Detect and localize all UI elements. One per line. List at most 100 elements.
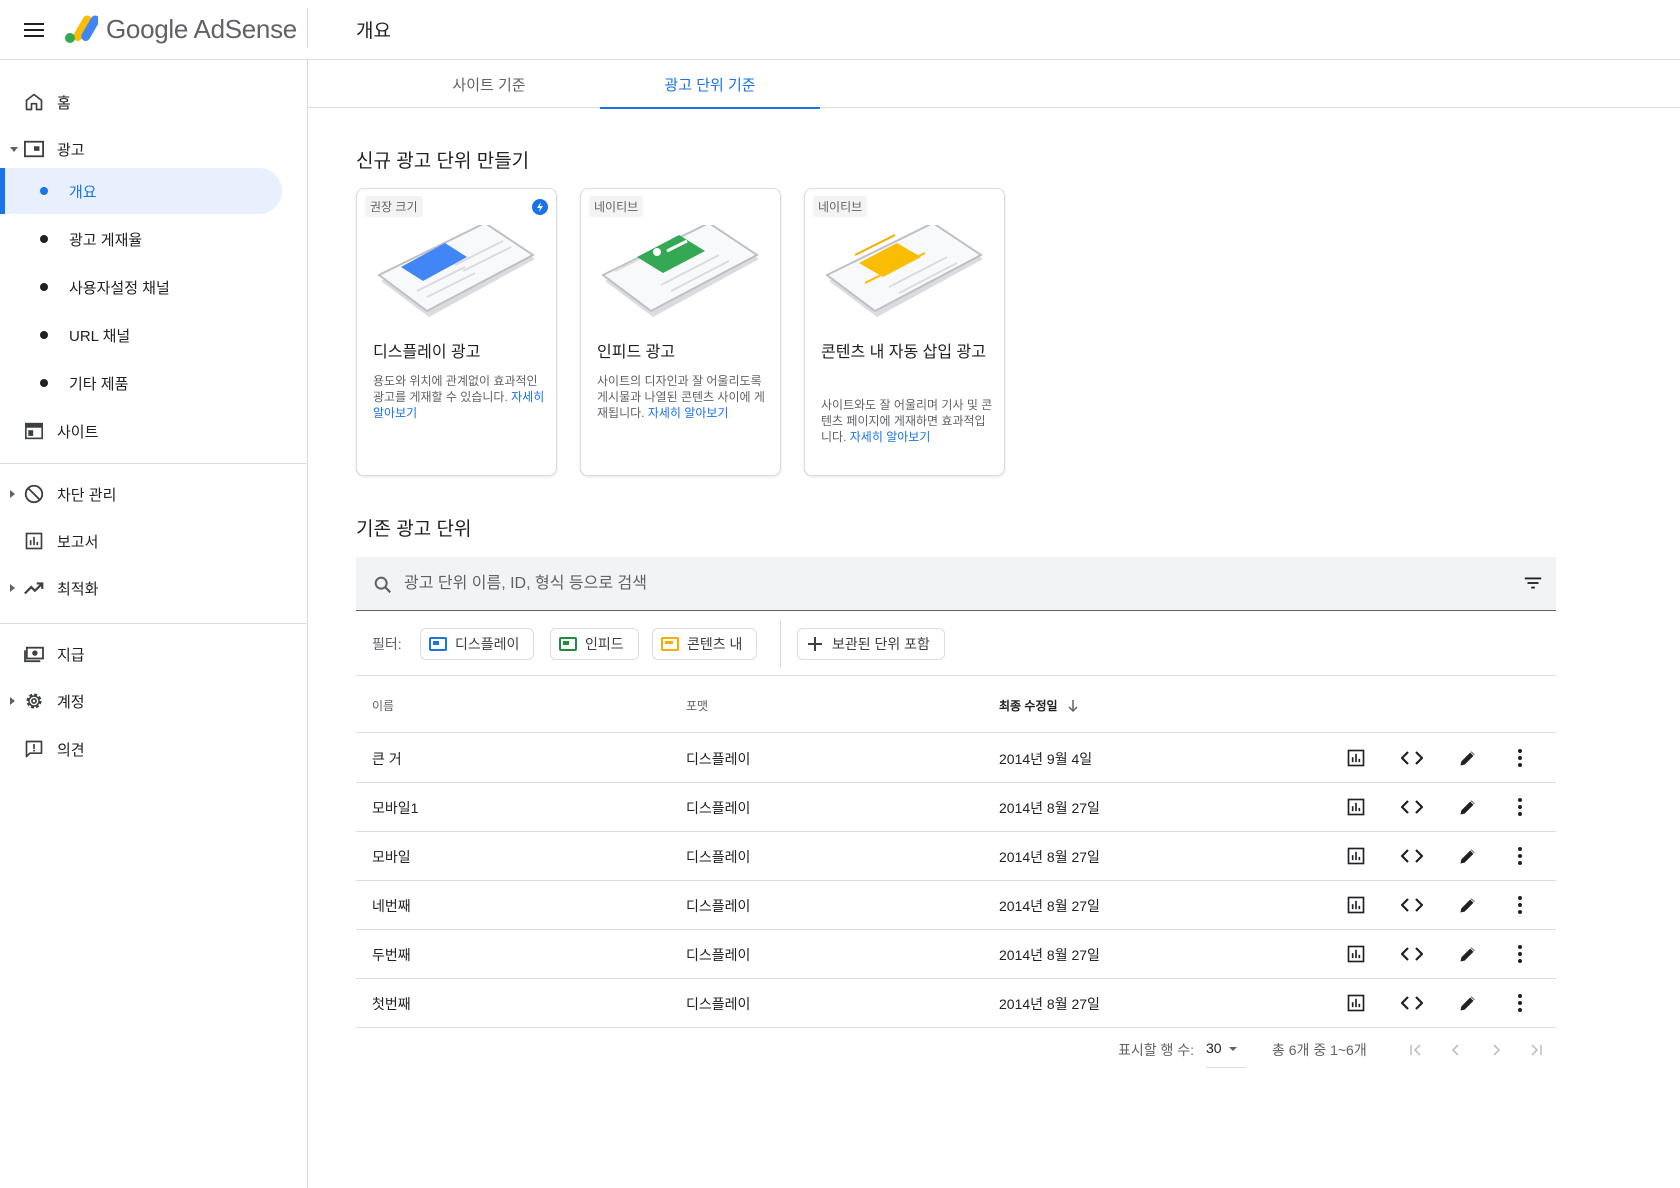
rows-per-page-label: 표시할 행 수: [1118,1042,1195,1058]
in-article-format-icon [661,637,679,651]
ad-unit-name[interactable]: 큰 거 [372,749,402,769]
sidebar-item-reports[interactable]: 보고서 [0,518,300,564]
next-page-icon[interactable] [1484,1038,1508,1062]
report-icon[interactable] [1344,795,1368,819]
report-icon[interactable] [1344,942,1368,966]
sidebar-item-other-products[interactable]: 기타 제품 [0,360,282,406]
report-icon[interactable] [1344,991,1368,1015]
sidebar-item-home[interactable]: 홈 [0,79,300,125]
table-row[interactable]: 큰 거 디스플레이 2014년 9월 4일 [356,734,1556,783]
more-vert-icon[interactable] [1508,746,1532,770]
sidebar-item-ads[interactable]: 광고 [0,126,300,172]
filter-list-icon[interactable] [1522,572,1544,594]
learn-more-link[interactable]: 자세히 알아보기 [850,430,931,444]
ad-unit-format: 디스플레이 [686,800,751,816]
tab-by-ad-unit[interactable]: 광고 단위 기준 [600,60,820,109]
table-row[interactable]: 첫번째 디스플레이 2014년 8월 27일 [356,979,1556,1028]
sidebar-item-blocking[interactable]: 차단 관리 [0,471,300,517]
report-icon[interactable] [1344,844,1368,868]
card-infeed-ads[interactable]: 네이티브 인피드 광고 사이트의 디자인과 잘 어울리도록 게시물과 나열된 콘… [580,188,781,476]
column-format-header[interactable]: 포맷 [686,697,708,714]
ad-unit-modified: 2014년 8월 27일 [999,947,1100,963]
sidebar-item-label: 홈 [57,94,71,112]
ads-icon [22,137,46,161]
code-icon[interactable] [1400,746,1424,770]
edit-icon[interactable] [1456,893,1480,917]
edit-icon[interactable] [1456,991,1480,1015]
table-row[interactable]: 두번째 디스플레이 2014년 8월 27일 [356,930,1556,979]
learn-more-link[interactable]: 자세히 알아보기 [648,406,729,420]
last-page-icon[interactable] [1524,1038,1548,1062]
column-modified-header[interactable]: 최종 수정일 [999,697,1080,714]
sidebar-item-feedback[interactable]: 의견 [0,726,300,772]
chip-label: 보관된 단위 포함 [832,636,930,652]
table-row[interactable]: 네번째 디스플레이 2014년 8월 27일 [356,881,1556,930]
column-name-header[interactable]: 이름 [372,697,394,714]
caret-right-icon [10,490,15,498]
edit-icon[interactable] [1456,746,1480,770]
code-icon[interactable] [1400,991,1424,1015]
rows-per-page-select[interactable]: 30 [1206,1040,1246,1068]
sidebar-item-sites[interactable]: 사이트 [0,408,300,454]
filter-label: 필터: [372,636,402,652]
caret-right-icon [10,697,15,705]
sidebar-item-label: 기타 제품 [69,375,129,393]
filter-chip-display[interactable]: 디스플레이 [420,628,535,660]
sidebar-item-label: 사용자설정 채널 [69,279,170,297]
header-label: 최종 수정일 [999,699,1058,713]
more-vert-icon[interactable] [1508,844,1532,868]
sidebar-item-custom-channels[interactable]: 사용자설정 채널 [0,264,282,310]
payments-icon [22,642,46,666]
code-icon[interactable] [1400,893,1424,917]
filter-chip-infeed[interactable]: 인피드 [550,628,639,660]
sidebar-item-account[interactable]: 계정 [0,678,300,724]
previous-page-icon[interactable] [1444,1038,1468,1062]
edit-icon[interactable] [1456,844,1480,868]
code-icon[interactable] [1400,942,1424,966]
more-vert-icon[interactable] [1508,795,1532,819]
sidebar-item-optimization[interactable]: 최적화 [0,565,300,611]
gear-icon [22,689,46,713]
code-icon[interactable] [1400,844,1424,868]
menu-icon[interactable] [20,16,48,44]
sidebar-item-url-channels[interactable]: URL 채널 [0,312,282,358]
arrow-down-icon [1068,699,1078,712]
ad-unit-name[interactable]: 모바일 [372,847,411,867]
include-archived-chip[interactable]: 보관된 단위 포함 [797,628,945,660]
first-page-icon[interactable] [1404,1038,1428,1062]
tab-by-site[interactable]: 사이트 기준 [379,60,599,108]
ad-unit-name[interactable]: 네번째 [372,896,411,916]
ad-unit-name[interactable]: 첫번째 [372,994,411,1014]
sidebar-item-overview[interactable]: 개요 [0,168,282,214]
adsense-logo[interactable]: Google AdSense [64,12,297,46]
report-icon[interactable] [1344,893,1368,917]
edit-icon[interactable] [1456,795,1480,819]
ad-unit-name[interactable]: 모바일1 [372,798,418,818]
caret-right-icon [10,584,15,592]
sidebar-item-label: 최적화 [57,580,99,598]
more-vert-icon[interactable] [1508,893,1532,917]
sidebar-item-label: URL 채널 [69,327,131,345]
card-tag: 네이티브 [813,196,868,217]
sites-icon [22,419,46,443]
table-row[interactable]: 모바일 디스플레이 2014년 8월 27일 [356,832,1556,881]
report-icon[interactable] [1344,746,1368,770]
ad-unit-format: 디스플레이 [686,849,751,865]
code-icon[interactable] [1400,795,1424,819]
edit-icon[interactable] [1456,942,1480,966]
filter-chip-in-article[interactable]: 콘텐츠 내 [652,628,758,660]
sidebar-item-payments[interactable]: 지급 [0,631,300,677]
more-vert-icon[interactable] [1508,942,1532,966]
search-input[interactable] [404,567,1484,601]
sidebar-item-coverage[interactable]: 광고 게재율 [0,216,282,262]
new-ad-unit-title: 신규 광고 단위 만들기 [356,151,530,172]
table-row[interactable]: 모바일1 디스플레이 2014년 8월 27일 [356,783,1556,832]
more-vert-icon[interactable] [1508,991,1532,1015]
infeed-ad-illustration [601,225,759,317]
card-in-article-ads[interactable]: 네이티브 콘텐츠 내 자동 삽입 광고 사이트와도 잘 어울리며 기사 및 콘텐… [804,188,1005,476]
ad-unit-name[interactable]: 두번째 [372,945,411,965]
page-title: 개요 [356,21,391,42]
card-display-ads[interactable]: 권장 크기 디스플레이 광고 용도와 위치에 관계없이 효과적인 광고를 게재할… [356,188,557,476]
card-tag: 네이티브 [589,196,644,217]
plus-icon [808,637,822,651]
